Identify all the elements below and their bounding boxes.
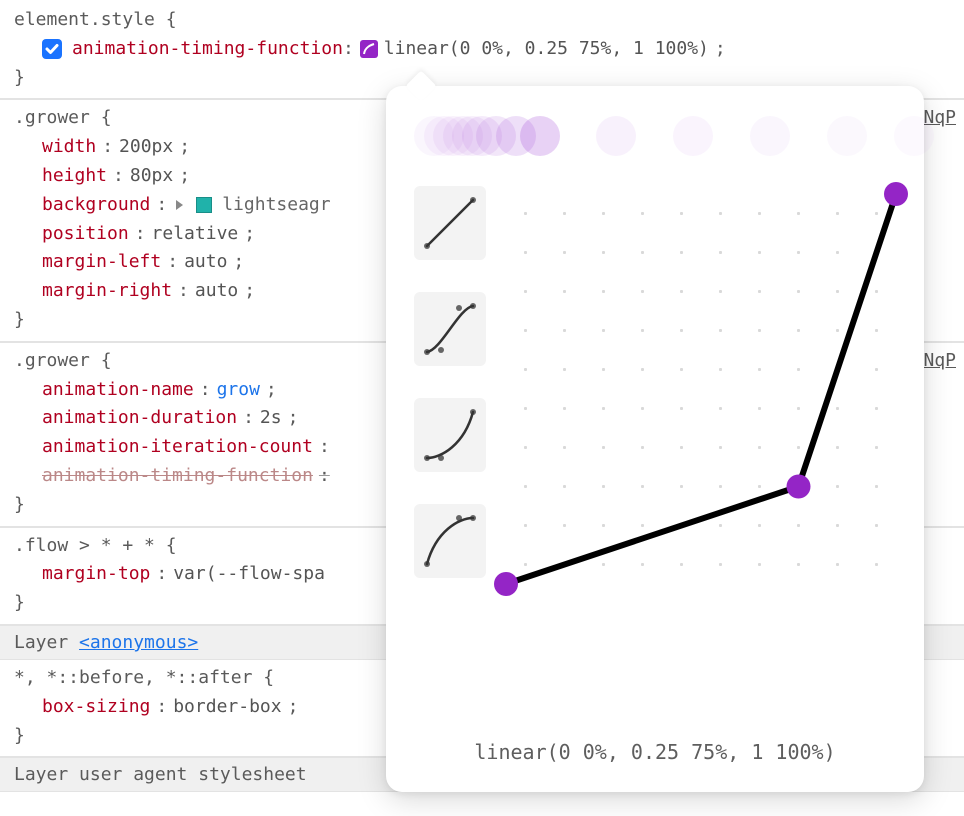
easing-presets-list	[414, 186, 486, 578]
easing-swatch-icon[interactable]	[360, 40, 378, 58]
preset-ease-in[interactable]	[414, 398, 486, 472]
selector: element.style	[14, 9, 155, 30]
control-point[interactable]	[884, 182, 908, 206]
color-swatch[interactable]	[196, 197, 212, 213]
preset-linear[interactable]	[414, 186, 486, 260]
easing-curve[interactable]	[506, 194, 896, 584]
property-toggle-checkbox[interactable]	[42, 39, 62, 59]
easing-editor-popover: linear(0 0%, 0.25 75%, 1 100%)	[386, 86, 924, 792]
preset-ease-out[interactable]	[414, 504, 486, 578]
control-point[interactable]	[787, 475, 811, 499]
layer-link[interactable]: <anonymous>	[79, 632, 198, 653]
easing-curve-editor[interactable]	[506, 194, 896, 584]
preset-ease-in-out[interactable]	[414, 292, 486, 366]
expand-shorthand-icon[interactable]	[176, 200, 183, 210]
control-point[interactable]	[494, 572, 518, 596]
rule-block-element-style: element.style { animation-timing-functio…	[0, 0, 964, 99]
easing-readout: linear(0 0%, 0.25 75%, 1 100%)	[474, 740, 835, 764]
declaration[interactable]: animation-timing-function: linear(0 0%, …	[14, 35, 950, 64]
animation-preview-strip	[414, 114, 896, 158]
source-link[interactable]: NqP	[923, 347, 956, 376]
